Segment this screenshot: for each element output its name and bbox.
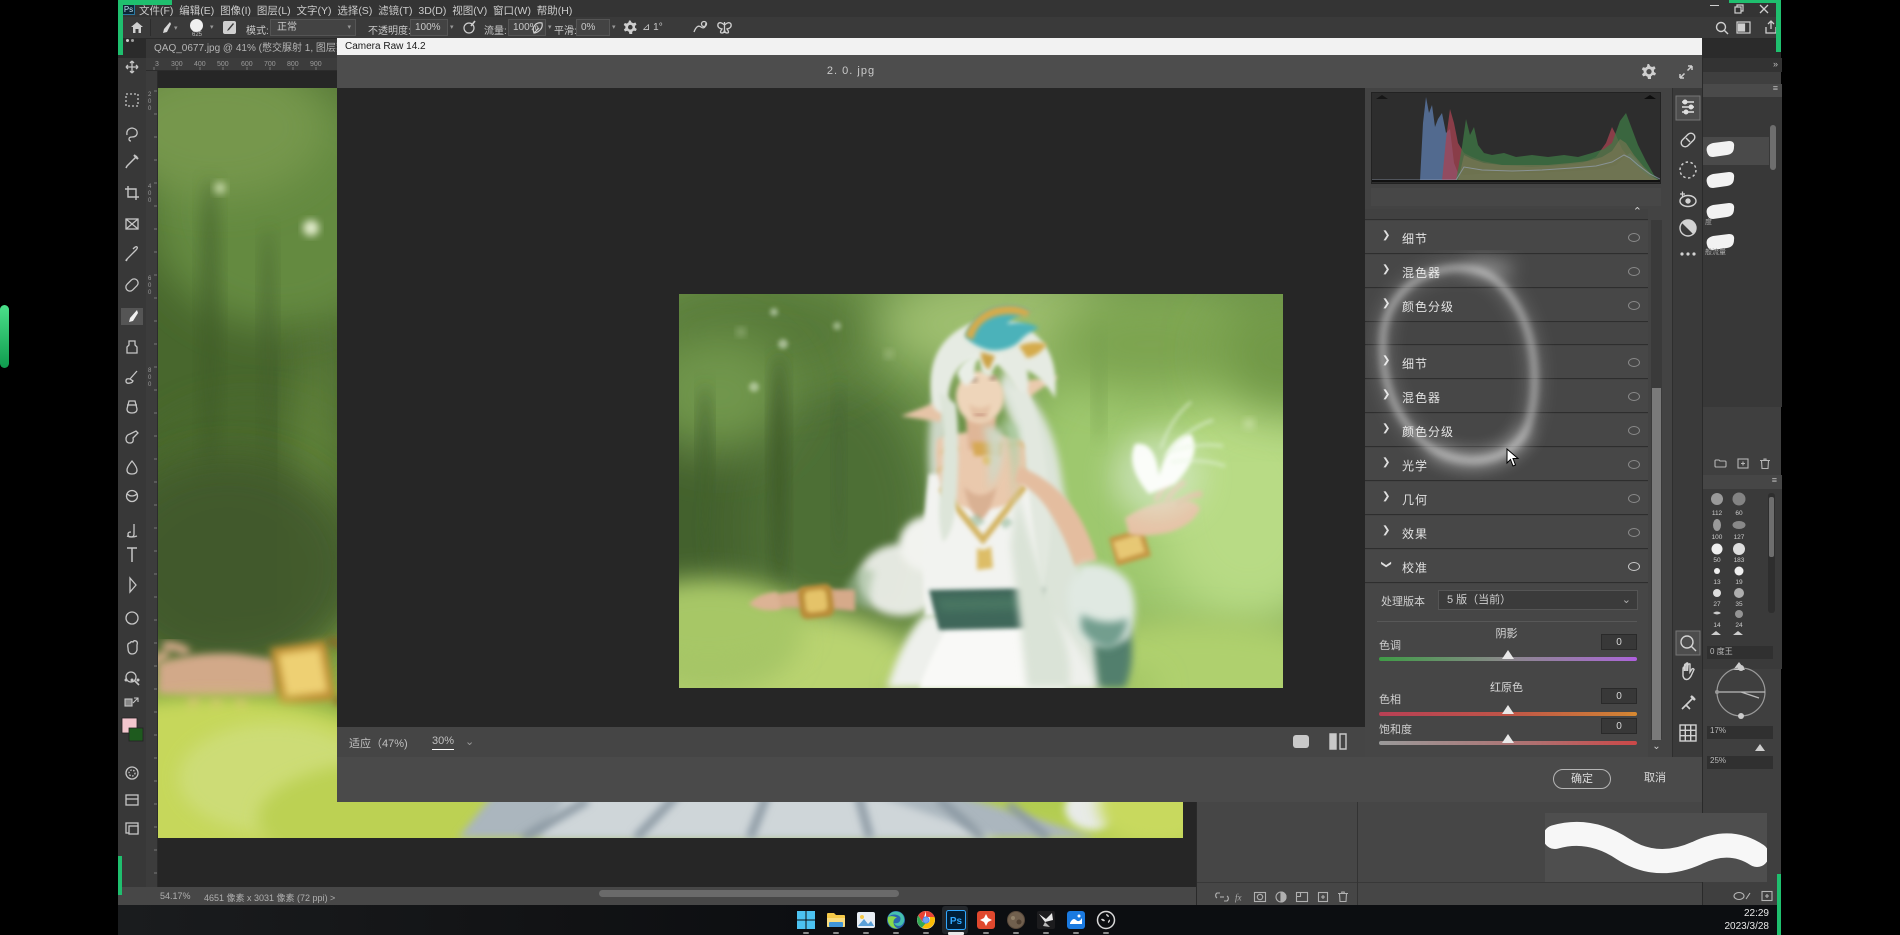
svg-text:0: 0 <box>148 191 152 197</box>
svg-text:0: 0 <box>148 283 152 289</box>
svg-text:6: 6 <box>148 276 152 282</box>
svg-text:4: 4 <box>148 184 152 190</box>
svg-text:24: 24 <box>1735 622 1743 629</box>
svg-text:27: 27 <box>1713 601 1721 608</box>
svg-text:13: 13 <box>1713 579 1721 586</box>
svg-text:0: 0 <box>148 375 152 381</box>
svg-text:400: 400 <box>194 61 206 68</box>
svg-text:3: 3 <box>155 61 159 68</box>
svg-text:500: 500 <box>217 61 229 68</box>
svg-text:800: 800 <box>287 61 299 68</box>
svg-text:19: 19 <box>1735 579 1743 586</box>
svg-text:100: 100 <box>1712 534 1723 541</box>
svg-text:183: 183 <box>1734 557 1745 564</box>
svg-text:127: 127 <box>1734 534 1745 541</box>
svg-text:Ps: Ps <box>950 916 963 927</box>
svg-text:35: 35 <box>1735 601 1743 608</box>
svg-text:900: 900 <box>310 61 322 68</box>
svg-text:0: 0 <box>148 382 152 388</box>
svg-text:112: 112 <box>1712 510 1723 517</box>
svg-text:度: 度 <box>1705 217 1712 226</box>
svg-text:300: 300 <box>171 61 183 68</box>
svg-text:50: 50 <box>1713 557 1721 564</box>
svg-text:60: 60 <box>1735 510 1743 517</box>
svg-text:0: 0 <box>148 198 152 204</box>
svg-text:2: 2 <box>148 92 152 98</box>
svg-text:0: 0 <box>148 99 152 105</box>
svg-text:般流量: 般流量 <box>1705 247 1726 256</box>
svg-text:8: 8 <box>148 368 152 374</box>
svg-text:0: 0 <box>148 290 152 296</box>
svg-text:600: 600 <box>241 61 253 68</box>
svg-text:14: 14 <box>1713 622 1721 629</box>
svg-text:0: 0 <box>148 106 152 112</box>
svg-text:700: 700 <box>264 61 276 68</box>
svg-text:fx: fx <box>1235 893 1242 903</box>
